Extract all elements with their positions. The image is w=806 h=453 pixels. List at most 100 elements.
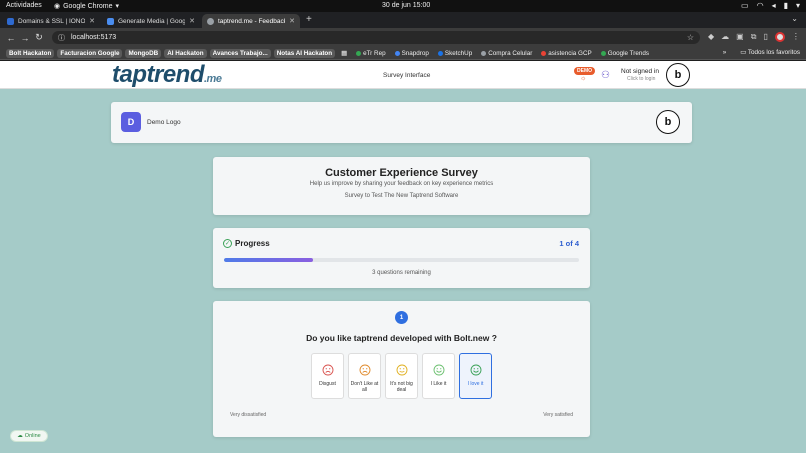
- tab-title: taptrend.me - Feedback: [218, 17, 286, 25]
- question-number-badge: 1: [395, 311, 408, 324]
- brand-avatar: D: [121, 112, 141, 132]
- apps-grid-icon[interactable]: ▦: [338, 49, 350, 58]
- cloud-icon: ☁: [17, 433, 23, 439]
- bolt-badge-icon[interactable]: b: [656, 110, 680, 134]
- progress-card: ✓ Progress 1 of 4 3 questions remaining: [213, 228, 590, 288]
- chevron-down-icon: ▾: [115, 3, 120, 10]
- tab-title: Domains & SSL | IONOS: [18, 17, 86, 25]
- header-title: Survey Interface: [383, 72, 431, 79]
- taptrend-logo[interactable]: taptrend.me: [112, 61, 222, 89]
- close-icon[interactable]: ✕: [189, 17, 195, 25]
- logo-suffix: .me: [204, 73, 222, 85]
- rating-option-love-it[interactable]: I love it: [459, 353, 492, 399]
- survey-title: Customer Experience Survey: [325, 167, 478, 179]
- progress-bar: [224, 258, 579, 262]
- bookmark-favicon-icon: [481, 50, 487, 56]
- new-tab-button[interactable]: +: [306, 14, 312, 28]
- all-bookmarks-label: Todos los favoritos: [747, 49, 800, 56]
- sad-face-icon: [359, 364, 370, 376]
- signin-button[interactable]: Not signed in Click to login: [621, 68, 659, 82]
- system-tray[interactable]: ▭ ◠ ◂ ▮ ▾: [741, 1, 800, 10]
- browser-tab-generate-media[interactable]: Generate Media | Googl ✕: [102, 14, 200, 28]
- option-label: I love it: [467, 381, 484, 387]
- smile-face-icon: [433, 364, 444, 376]
- extension-icon[interactable]: ▣: [736, 32, 744, 42]
- check-circle-icon: ✓: [223, 239, 232, 248]
- ionos-favicon-icon: [7, 17, 14, 25]
- survey-intro-card: Customer Experience Survey Help us impro…: [213, 157, 590, 215]
- close-icon[interactable]: ✕: [289, 17, 295, 25]
- all-bookmarks-folder[interactable]: ▭ Todos los favoritos: [740, 49, 800, 56]
- chrome-icon: ◉: [54, 3, 61, 10]
- brand-card: D Demo Logo b: [111, 102, 692, 143]
- online-label: Online: [24, 433, 41, 439]
- bookmark-avances-trabajo[interactable]: Avances Trabajo...: [209, 48, 271, 58]
- forward-button[interactable]: →: [18, 33, 32, 43]
- kebab-menu-icon[interactable]: ⋮: [792, 32, 800, 42]
- bookmark-star-icon[interactable]: ☆: [687, 33, 694, 42]
- bookmark-notas-ai-hackaton[interactable]: Notas AI Hackaton: [273, 48, 336, 58]
- bookmark-google-trends[interactable]: Google Trends: [598, 49, 652, 58]
- folder-icon: ▭: [740, 49, 747, 56]
- activities-button[interactable]: Actividades: [6, 2, 42, 9]
- back-button[interactable]: ←: [4, 33, 18, 43]
- sidepanel-icon[interactable]: ▯: [763, 32, 767, 42]
- bookmark-snapdrop[interactable]: Snapdrop: [392, 49, 432, 58]
- app-name: Google Chrome: [63, 2, 113, 10]
- app-menu[interactable]: ◉ Google Chrome ▾: [54, 2, 120, 11]
- bookmark-favicon-icon: [356, 50, 362, 56]
- tab-search-icon[interactable]: ⌄: [791, 14, 798, 23]
- clock[interactable]: 30 de jun 15:00: [382, 2, 430, 9]
- bookmark-label: Google Trends: [607, 49, 650, 57]
- smile-face-icon: [470, 364, 481, 376]
- rating-option-dont-like[interactable]: Don't Like at all: [348, 353, 381, 399]
- site-info-icon[interactable]: ⓘ: [58, 33, 65, 43]
- bookmark-etr-rep[interactable]: eTr Rep: [353, 49, 389, 58]
- reload-button[interactable]: ↻: [32, 32, 46, 43]
- survey-subtitle: Help us improve by sharing your feedback…: [309, 181, 494, 187]
- url-text: localhost:5173: [71, 34, 117, 41]
- bookmark-mongodb[interactable]: MongoDB: [125, 48, 162, 58]
- power-icon: ▾: [795, 1, 800, 10]
- bookmark-label: Compra Celular: [488, 49, 533, 57]
- rating-option-not-big-deal[interactable]: It's not big deal: [385, 353, 418, 399]
- browser-tab-ionos[interactable]: Domains & SSL | IONOS ✕: [2, 14, 100, 28]
- close-icon[interactable]: ✕: [89, 17, 95, 25]
- address-bar[interactable]: ⓘ localhost:5173 ☆: [52, 31, 700, 44]
- scale-high-label: Very satisfied: [543, 412, 573, 418]
- system-top-bar: Actividades ◉ Google Chrome ▾ 30 de jun …: [0, 0, 806, 12]
- user-off-icon[interactable]: ⚇: [601, 70, 610, 81]
- brand-label: Demo Logo: [147, 119, 181, 126]
- bookmark-sketchup[interactable]: SketchUp: [435, 49, 475, 58]
- rating-option-like-it[interactable]: I Like it: [422, 353, 455, 399]
- extension-icon[interactable]: ◆: [708, 32, 714, 42]
- demo-badge: DEMO: [574, 67, 595, 75]
- bookmark-bolt-hackaton[interactable]: Bolt Hackaton: [6, 48, 55, 58]
- question-text: Do you like taptrend developed with Bolt…: [306, 333, 497, 343]
- browser-tab-taptrend[interactable]: taptrend.me - Feedback ✕: [202, 14, 300, 28]
- profile-avatar[interactable]: [774, 32, 785, 42]
- bookmark-favicon-icon: [394, 50, 400, 56]
- progress-bar-fill: [224, 258, 313, 262]
- bookmark-facturacion-google[interactable]: Facturacion Google: [57, 48, 123, 58]
- option-label: Disgust: [319, 381, 336, 387]
- bookmark-favicon-icon: [600, 50, 606, 56]
- rating-option-disgust[interactable]: Disgust: [311, 353, 344, 399]
- bookmark-ai-hackaton[interactable]: AI Hackaton: [164, 48, 207, 58]
- sad-face-icon: [322, 364, 333, 376]
- survey-page: taptrend.me Survey Interface DEMO ☼ ⚇ No…: [0, 61, 806, 453]
- battery-icon: ▮: [783, 1, 788, 10]
- survey-name: Survey to Test The New Taptrend Software: [344, 193, 459, 199]
- bookmark-label: Snapdrop: [401, 49, 429, 57]
- signin-subtitle: Click to login: [627, 76, 656, 82]
- extension-icon[interactable]: ☁: [721, 32, 729, 42]
- bolt-badge-icon[interactable]: b: [666, 63, 690, 87]
- extensions-area: ◆ ☁ ▣ ⧉ ▯ ⋮: [708, 32, 800, 42]
- rating-options: Disgust Don't Like at all It's not big d…: [311, 353, 492, 399]
- puzzle-icon[interactable]: ⧉: [751, 32, 757, 42]
- bookmark-compra-celular[interactable]: Compra Celular: [478, 49, 535, 58]
- site-header: taptrend.me Survey Interface DEMO ☼ ⚇ No…: [0, 61, 806, 89]
- bookmark-asistencia-gcp[interactable]: asistencia GCP: [538, 49, 594, 58]
- chevron-right-icon[interactable]: »: [723, 49, 727, 56]
- tab-strip: Domains & SSL | IONOS ✕ Generate Media |…: [0, 12, 806, 28]
